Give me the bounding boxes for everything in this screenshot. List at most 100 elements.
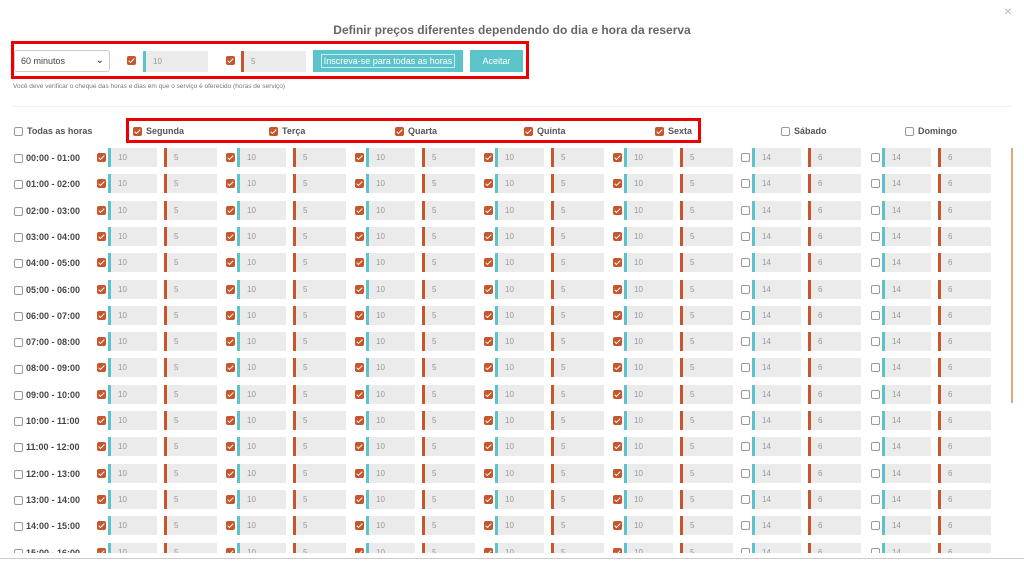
slot-discount-input[interactable]: 5	[422, 200, 475, 220]
slot-checkbox[interactable]	[355, 310, 364, 320]
slot-discount-input[interactable]: 6	[808, 226, 861, 246]
slot-price-input[interactable]: 14	[752, 542, 801, 553]
slot-checkbox[interactable]	[484, 153, 493, 162]
slot-checkbox[interactable]	[741, 153, 750, 162]
slot-price-input[interactable]: 10	[366, 463, 415, 483]
hour-checkbox[interactable]	[14, 154, 23, 164]
slot-price-input[interactable]: 10	[237, 384, 286, 404]
slot-discount-input[interactable]: 5	[422, 358, 475, 378]
slot-checkbox[interactable]	[871, 547, 880, 553]
hour-label-cell[interactable]: 15:00 - 16:00	[14, 548, 80, 553]
slot-checkbox[interactable]	[226, 205, 235, 215]
slot-checkbox[interactable]	[871, 205, 880, 215]
slot-price-input[interactable]: 10	[108, 542, 157, 553]
slot-discount-input[interactable]: 5	[551, 174, 604, 194]
slot-discount-input[interactable]: 5	[551, 305, 604, 325]
slot-discount-input[interactable]: 6	[808, 358, 861, 378]
slot-checkbox[interactable]	[613, 231, 622, 241]
slot-checkbox[interactable]	[871, 231, 880, 241]
hour-label-cell[interactable]: 10:00 - 11:00	[14, 416, 80, 427]
slot-checkbox[interactable]	[355, 179, 364, 189]
slot-discount-input[interactable]: 6	[808, 437, 861, 457]
slot-price-input[interactable]: 14	[752, 437, 801, 457]
slot-discount-input[interactable]: 5	[164, 489, 217, 509]
slot-price-input[interactable]: 14	[752, 489, 801, 509]
slot-price-input[interactable]: 14	[882, 542, 931, 553]
slot-checkbox[interactable]	[355, 547, 364, 553]
slot-price-input[interactable]: 10	[495, 200, 544, 220]
slot-discount-input[interactable]: 5	[551, 200, 604, 220]
hour-label-cell[interactable]: 01:00 - 02:00	[14, 179, 80, 190]
slot-checkbox[interactable]	[97, 468, 106, 478]
hour-label-cell[interactable]: 04:00 - 05:00	[14, 258, 80, 269]
slot-checkbox[interactable]	[355, 205, 364, 215]
slot-price-input[interactable]: 10	[237, 226, 286, 246]
slot-price-input[interactable]: 10	[366, 305, 415, 325]
slot-price-input[interactable]: 10	[366, 411, 415, 430]
slot-price-input[interactable]: 14	[752, 384, 801, 404]
slot-checkbox[interactable]	[226, 494, 235, 504]
slot-price-input[interactable]: 10	[108, 279, 157, 299]
slot-checkbox[interactable]	[871, 179, 880, 189]
slot-discount-input[interactable]: 5	[680, 200, 733, 220]
slot-price-input[interactable]: 10	[624, 200, 673, 220]
slot-price-input[interactable]: 10	[624, 411, 673, 430]
slot-checkbox[interactable]	[226, 389, 235, 399]
slot-discount-input[interactable]: 5	[551, 279, 604, 299]
slot-discount-input[interactable]: 6	[808, 332, 861, 352]
slot-checkbox[interactable]	[226, 284, 235, 294]
slot-price-input[interactable]: 10	[237, 148, 286, 167]
slot-discount-input[interactable]: 6	[938, 542, 991, 553]
slot-checkbox[interactable]	[484, 389, 493, 399]
slot-checkbox[interactable]	[226, 231, 235, 241]
slot-checkbox[interactable]	[741, 389, 750, 399]
slot-price-input[interactable]: 10	[366, 279, 415, 299]
slot-price-input[interactable]: 14	[882, 332, 931, 352]
slot-price-input[interactable]: 10	[495, 253, 544, 273]
slot-checkbox[interactable]	[226, 468, 235, 478]
slot-discount-input[interactable]: 5	[293, 226, 346, 246]
slot-checkbox[interactable]	[226, 363, 235, 373]
slot-discount-input[interactable]: 5	[422, 542, 475, 553]
slot-price-input[interactable]: 14	[882, 148, 931, 167]
slot-checkbox[interactable]	[97, 494, 106, 504]
slot-price-input[interactable]: 10	[366, 489, 415, 509]
slot-price-input[interactable]: 10	[108, 200, 157, 220]
slot-price-input[interactable]: 10	[108, 384, 157, 404]
slot-checkbox[interactable]	[741, 179, 750, 189]
slot-price-input[interactable]: 10	[237, 279, 286, 299]
day-checkbox[interactable]	[395, 127, 404, 137]
slot-checkbox[interactable]	[226, 258, 235, 268]
slot-checkbox[interactable]	[741, 442, 750, 452]
slot-price-input[interactable]: 10	[237, 437, 286, 457]
hour-checkbox[interactable]	[14, 417, 23, 427]
slot-discount-input[interactable]: 5	[293, 411, 346, 430]
slot-discount-input[interactable]: 5	[551, 226, 604, 246]
slot-price-input[interactable]: 10	[495, 384, 544, 404]
slot-discount-input[interactable]: 6	[808, 279, 861, 299]
slot-price-input[interactable]: 10	[108, 411, 157, 430]
slot-discount-input[interactable]: 5	[680, 384, 733, 404]
slot-price-input[interactable]: 14	[882, 384, 931, 404]
slot-discount-input[interactable]: 6	[808, 411, 861, 430]
slot-checkbox[interactable]	[355, 363, 364, 373]
slot-discount-input[interactable]: 6	[938, 332, 991, 352]
slot-price-input[interactable]: 10	[108, 226, 157, 246]
hour-label-cell[interactable]: 12:00 - 13:00	[14, 469, 80, 479]
slot-price-input[interactable]: 14	[752, 200, 801, 220]
slot-checkbox[interactable]	[226, 337, 235, 347]
slot-price-input[interactable]: 10	[624, 542, 673, 553]
slot-discount-input[interactable]: 5	[164, 384, 217, 404]
discount-input[interactable]: 5	[241, 51, 306, 72]
slot-checkbox[interactable]	[97, 337, 106, 347]
slot-discount-input[interactable]: 5	[422, 384, 475, 404]
slot-discount-input[interactable]: 5	[164, 542, 217, 553]
slot-checkbox[interactable]	[226, 521, 235, 531]
slot-price-input[interactable]: 10	[237, 253, 286, 273]
slot-checkbox[interactable]	[741, 494, 750, 504]
slot-checkbox[interactable]	[355, 389, 364, 399]
slot-discount-input[interactable]: 5	[422, 489, 475, 509]
slot-price-input[interactable]: 14	[752, 279, 801, 299]
hour-label-cell[interactable]: 06:00 - 07:00	[14, 311, 80, 321]
day-header-0[interactable]: Segunda	[133, 126, 184, 137]
